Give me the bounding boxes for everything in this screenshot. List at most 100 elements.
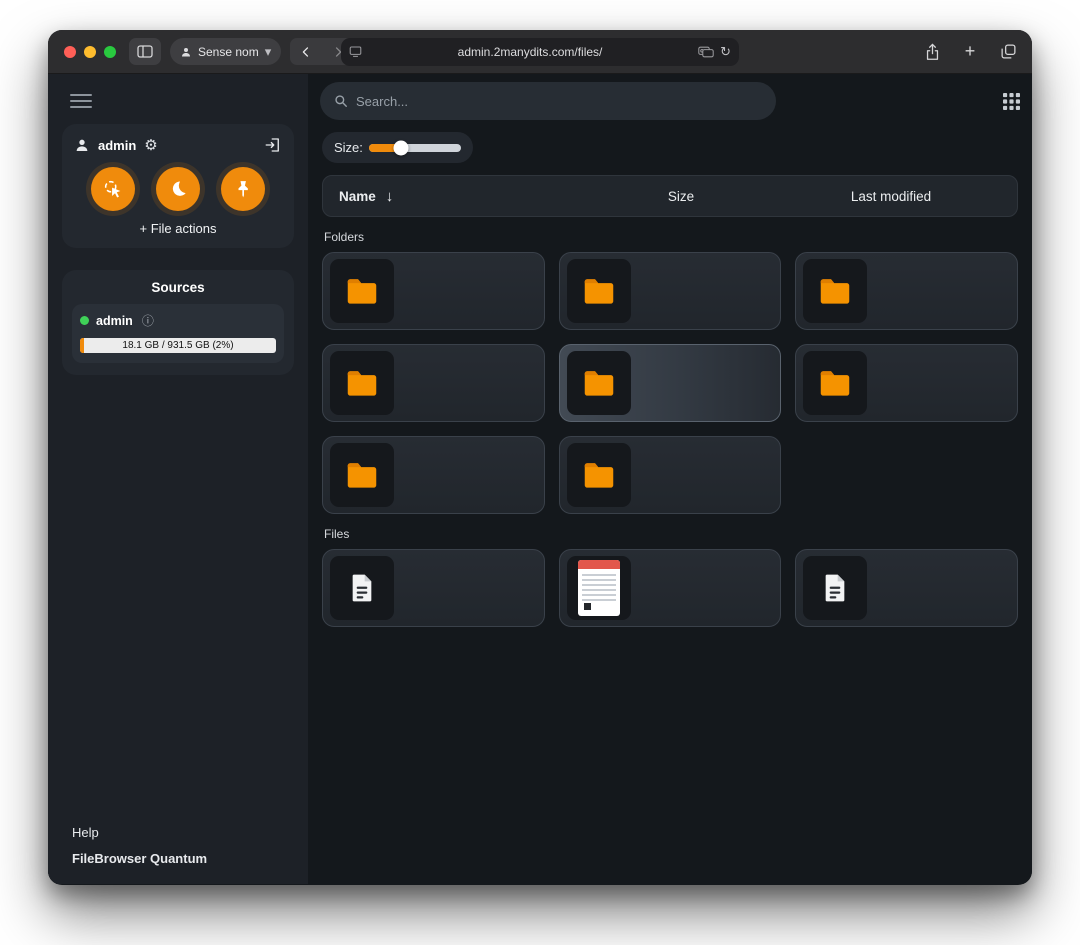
- logout-button[interactable]: [264, 136, 282, 154]
- folder-card[interactable]: [322, 252, 545, 330]
- tab-overview-button[interactable]: [994, 38, 1022, 66]
- chevron-left-icon: [299, 45, 313, 59]
- help-link[interactable]: Help: [72, 825, 284, 840]
- folder-icon: [816, 364, 854, 402]
- thumbnail-qr-code: [582, 601, 593, 612]
- user-card: admin ⚙ + File: [62, 124, 294, 248]
- folder-icon: [343, 456, 381, 494]
- sort-desc-icon: ↓: [386, 188, 394, 205]
- folder-card[interactable]: [795, 344, 1018, 422]
- back-button[interactable]: [290, 38, 322, 65]
- pointer-action-button[interactable]: [91, 167, 135, 211]
- share-button[interactable]: [918, 38, 946, 66]
- profile-name: Sense nom: [198, 45, 259, 59]
- browser-window: Sense nom ▾ admin.2manydits.com/files/ ↻: [48, 30, 1032, 885]
- folder-icon-tile: [330, 443, 394, 507]
- user-name: admin: [98, 138, 136, 153]
- column-size-header[interactable]: Size: [581, 189, 781, 204]
- usage-bar: 18.1 GB / 931.5 GB (2%): [80, 338, 276, 353]
- filebrowser-app: admin ⚙ + File: [48, 74, 1032, 884]
- sidebar-toggle-icon: [137, 45, 153, 58]
- sidebar-bottom: Help FileBrowser Quantum: [48, 825, 308, 884]
- size-slider[interactable]: [369, 144, 461, 152]
- url-text: admin.2manydits.com/files/: [368, 45, 692, 59]
- usage-fill: [80, 338, 84, 353]
- folders-grid: [322, 252, 1018, 514]
- search-placeholder: Search...: [356, 94, 408, 109]
- hamburger-menu-button[interactable]: [70, 94, 92, 108]
- file-card[interactable]: [795, 549, 1018, 627]
- main-top-bar: Search...: [308, 74, 1032, 128]
- search-input[interactable]: Search...: [320, 82, 776, 120]
- profile-menu-button[interactable]: Sense nom ▾: [170, 38, 281, 65]
- list-header: Name ↓ Size Last modified: [322, 175, 1018, 217]
- size-slider-knob[interactable]: [394, 140, 409, 155]
- folder-icon: [343, 272, 381, 310]
- view-grid-button[interactable]: [1003, 93, 1020, 110]
- site-icon: [349, 45, 362, 58]
- file-icon-tile: [567, 556, 631, 620]
- minimize-window-button[interactable]: [84, 46, 96, 58]
- pointer-click-icon: [102, 178, 124, 200]
- sidebar: admin ⚙ + File: [48, 74, 308, 884]
- file-actions-label[interactable]: + File actions: [74, 221, 282, 236]
- sources-card: Sources admin ⓘ 18.1 GB / 931.5 GB (2%): [62, 270, 294, 375]
- folder-icon: [580, 456, 618, 494]
- folder-icon: [580, 364, 618, 402]
- folder-card[interactable]: [559, 436, 782, 514]
- source-item[interactable]: admin ⓘ 18.1 GB / 931.5 GB (2%): [72, 304, 284, 363]
- source-row: admin ⓘ: [80, 312, 276, 329]
- folder-icon: [343, 364, 381, 402]
- grid-view-icon: [1003, 93, 1020, 110]
- folder-card[interactable]: [559, 344, 782, 422]
- usage-text: 18.1 GB / 931.5 GB (2%): [122, 340, 233, 351]
- file-icon-tile: [803, 556, 867, 620]
- folder-icon-tile: [567, 443, 631, 507]
- zoom-window-button[interactable]: [104, 46, 116, 58]
- user-icon: [74, 137, 90, 153]
- settings-gear-icon[interactable]: ⚙: [144, 136, 157, 154]
- dark-mode-button[interactable]: [156, 167, 200, 211]
- search-icon: [334, 94, 348, 108]
- files-grid: [322, 549, 1018, 627]
- column-modified-header[interactable]: Last modified: [781, 189, 1001, 204]
- quick-actions-row: [74, 167, 282, 211]
- sidebar-toggle-button[interactable]: [129, 38, 161, 65]
- file-card[interactable]: [322, 549, 545, 627]
- thumbnail-text-lines: [582, 574, 616, 601]
- autofill-badge-icon[interactable]: [698, 46, 714, 58]
- column-name-header[interactable]: Name ↓: [339, 188, 581, 205]
- size-slider-control: Size:: [322, 132, 473, 163]
- traffic-lights: [64, 46, 116, 58]
- document-icon: [346, 572, 378, 604]
- document-icon: [819, 572, 851, 604]
- folder-card[interactable]: [322, 436, 545, 514]
- source-name: admin: [96, 314, 133, 328]
- tabs-icon: [1000, 43, 1017, 60]
- close-window-button[interactable]: [64, 46, 76, 58]
- logout-icon: [264, 136, 282, 154]
- browser-toolbar: Sense nom ▾ admin.2manydits.com/files/ ↻: [48, 30, 1032, 74]
- pin-button[interactable]: [221, 167, 265, 211]
- folder-icon-tile: [567, 259, 631, 323]
- folder-icon: [580, 272, 618, 310]
- folder-icon-tile: [803, 351, 867, 415]
- folder-card[interactable]: [322, 344, 545, 422]
- info-icon[interactable]: ⓘ: [142, 312, 154, 329]
- folder-icon-tile: [330, 259, 394, 323]
- document-preview-thumbnail: [578, 560, 620, 616]
- files-section-label: Files: [324, 527, 1016, 541]
- app-name: FileBrowser Quantum: [72, 851, 284, 866]
- folder-card[interactable]: [795, 252, 1018, 330]
- file-card[interactable]: [559, 549, 782, 627]
- reload-icon[interactable]: ↻: [720, 44, 731, 60]
- person-icon: [180, 46, 192, 58]
- sources-title: Sources: [72, 280, 284, 295]
- new-tab-button[interactable]: +: [956, 38, 984, 66]
- chevron-down-icon: ▾: [265, 44, 272, 60]
- folder-card[interactable]: [559, 252, 782, 330]
- url-bar[interactable]: admin.2manydits.com/files/ ↻: [341, 38, 739, 66]
- file-icon-tile: [330, 556, 394, 620]
- moon-icon: [168, 179, 188, 199]
- file-listing: Size: Name ↓ Size Last modified Folders: [308, 128, 1032, 647]
